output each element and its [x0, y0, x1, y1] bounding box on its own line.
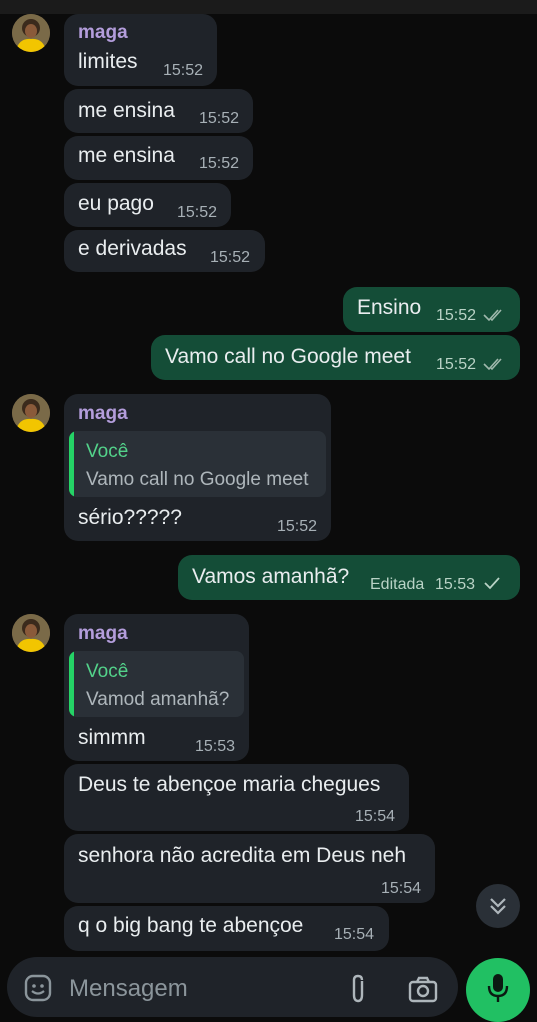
message-time: 15:52: [199, 155, 240, 172]
camera-icon[interactable]: [407, 975, 439, 1003]
quoted-message[interactable]: Você Vamo call no Google meet: [69, 431, 326, 497]
message-bubble-incoming[interactable]: maga Você Vamo call no Google meet sério…: [64, 394, 331, 541]
message-text: Vamo call no Google meet: [165, 345, 411, 368]
message-time: 15:53: [195, 738, 236, 755]
message-text: e derivadas: [78, 237, 187, 260]
quoted-text: Vamo call no Google meet: [86, 469, 309, 490]
contact-avatar[interactable]: [12, 394, 50, 432]
message-time: 15:52: [436, 307, 477, 325]
message-text: Vamos amanhã?: [192, 565, 350, 588]
sender-name: maga: [78, 22, 128, 43]
message-bubble-incoming[interactable]: e derivadas 15:52: [64, 230, 265, 272]
message-composer[interactable]: Mensagem: [7, 957, 458, 1017]
message-time: 15:52: [199, 110, 240, 127]
sender-name: maga: [78, 623, 128, 644]
message-bubble-incoming[interactable]: maga limites 15:52: [64, 14, 217, 86]
voice-message-button[interactable]: [466, 958, 530, 1022]
scroll-to-bottom-button[interactable]: [476, 884, 520, 928]
message-time: 15:52: [436, 356, 477, 374]
message-bubble-incoming[interactable]: q o big bang te abençoe 15:54: [64, 906, 389, 951]
message-bubble-incoming[interactable]: me ensina 15:52: [64, 136, 253, 180]
message-time: 15:52: [177, 204, 218, 221]
message-time: 15:52: [163, 62, 204, 79]
message-text: simmm: [78, 726, 146, 749]
message-text: limites: [78, 50, 138, 73]
message-time: 15:54: [355, 808, 396, 825]
quote-accent-bar: [69, 651, 74, 717]
check-icon: [484, 577, 500, 590]
message-time: 15:53: [435, 576, 476, 594]
message-text: sério?????: [78, 506, 182, 529]
message-bubble-outgoing[interactable]: Vamo call no Google meet 15:52: [151, 335, 520, 380]
message-text: senhora não acredita em Deus neh: [78, 844, 407, 867]
quoted-text: Vamod amanhã?: [86, 689, 230, 710]
message-bubble-incoming[interactable]: maga Você Vamod amanhã? simmm 15:53: [64, 614, 249, 761]
double-check-icon: [483, 358, 502, 371]
message-bubble-incoming[interactable]: senhora não acredita em Deus neh 15:54: [64, 834, 435, 903]
status-bar-strip: [0, 0, 537, 14]
microphone-icon: [487, 974, 509, 1002]
message-bubble-incoming[interactable]: Deus te abençoe maria chegues 15:54: [64, 764, 409, 831]
message-text: me ensina: [78, 144, 175, 167]
sender-name: maga: [78, 403, 128, 424]
message-input[interactable]: Mensagem: [69, 975, 188, 1003]
message-bubble-incoming[interactable]: eu pago 15:52: [64, 183, 231, 227]
message-time: 15:54: [381, 880, 422, 897]
message-bubble-outgoing[interactable]: Vamos amanhã? Editada 15:53: [178, 555, 520, 600]
paperclip-icon[interactable]: [345, 973, 371, 1005]
message-text: eu pago: [78, 192, 154, 215]
contact-avatar[interactable]: [12, 14, 50, 52]
contact-avatar[interactable]: [12, 614, 50, 652]
message-text: me ensina: [78, 99, 175, 122]
message-time: 15:52: [210, 249, 251, 266]
quoted-author: Você: [86, 441, 129, 462]
message-bubble-outgoing[interactable]: Ensino 15:52: [343, 287, 520, 332]
quoted-message[interactable]: Você Vamod amanhã?: [69, 651, 244, 717]
quote-accent-bar: [69, 431, 74, 497]
message-time: 15:52: [277, 518, 318, 535]
double-check-icon: [483, 309, 502, 322]
message-text: q o big bang te abençoe: [78, 914, 304, 937]
message-time: 15:54: [334, 926, 375, 943]
quoted-author: Você: [86, 661, 129, 682]
double-chevron-down-icon: [490, 898, 506, 915]
sticker-smile-icon[interactable]: [23, 973, 53, 1003]
message-text: Ensino: [357, 296, 422, 319]
message-bubble-incoming[interactable]: me ensina 15:52: [64, 89, 253, 133]
message-text: Deus te abençoe maria chegues: [78, 773, 381, 796]
edited-label: Editada: [370, 576, 425, 594]
